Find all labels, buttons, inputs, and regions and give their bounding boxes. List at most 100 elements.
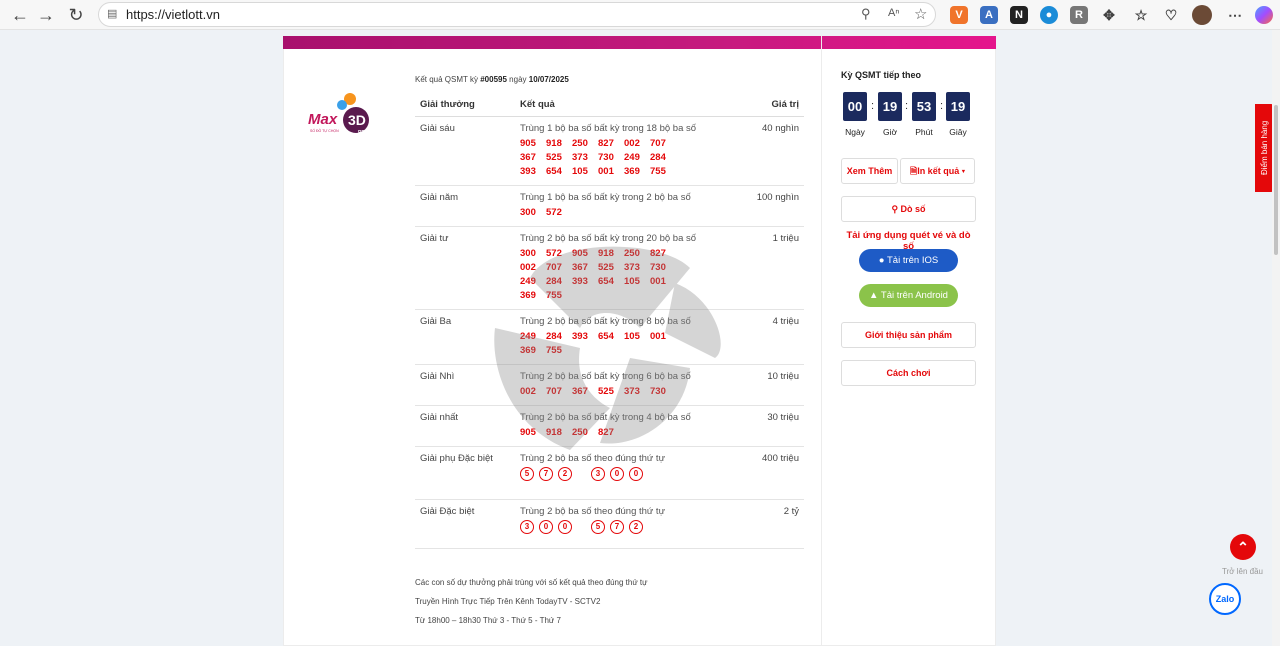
download-android-button[interactable]: ▲ Tải trên Android [859, 284, 958, 307]
zoom-icon[interactable]: ⚲ [861, 6, 871, 22]
health-icon[interactable]: ♡ [1162, 6, 1180, 24]
ios-label: Tải trên IOS [887, 255, 939, 266]
product-intro-button[interactable]: Giới thiệu sản phẩm [841, 322, 976, 348]
android-label: Tải trên Android [880, 290, 948, 301]
winning-number: 284 [650, 152, 666, 163]
winning-number: 300 [520, 207, 536, 218]
extension-icon[interactable]: N [1010, 6, 1028, 24]
max3dpro-logo: Max 3D PRO SỐ ĐỒ TỰ CHỌN [306, 92, 376, 142]
number-ball: 3 [591, 467, 605, 481]
winning-number: 730 [598, 152, 614, 163]
url-text[interactable]: https://vietlott.vn [126, 7, 220, 22]
winning-numbers: 905 918 250 827 002 707 367 525 373 730 249 284 393 6… [520, 137, 680, 179]
search-icon: ⚲ [891, 204, 899, 214]
result-cell: Trùng 1 bộ ba số bất kỳ trong 18 bộ ba s… [515, 116, 724, 186]
note-line: Các con số dự thưởng phải trùng với số k… [415, 578, 648, 587]
note-line: Truyền Hình Trực Tiếp Trên Kênh TodayTV … [415, 597, 601, 606]
table-row: Giải sáu Trùng 1 bộ ba số bất kỳ trong 18… [415, 116, 804, 186]
print-results-button[interactable]: 🗎In kết quả ▾ [900, 158, 975, 184]
number-ball: 7 [539, 467, 553, 481]
number-ball: 0 [610, 467, 624, 481]
reload-icon[interactable]: ↻ [64, 3, 88, 27]
extension-icon[interactable]: A [980, 6, 998, 24]
winning-number: 249 [624, 152, 640, 163]
winning-number: 250 [572, 138, 588, 149]
ball-group-gap [577, 520, 586, 534]
countdown-value: 00 [843, 92, 867, 121]
svg-text:3D: 3D [348, 112, 366, 128]
number-ball: 0 [629, 467, 643, 481]
winning-number: 755 [650, 166, 666, 177]
winning-number: 105 [572, 166, 588, 177]
read-aloud-icon[interactable]: Aⁿ [888, 7, 899, 19]
countdown-label: Giờ [882, 127, 898, 137]
countdown-separator: : [905, 100, 909, 112]
extensions-puzzle-icon[interactable]: ✥ [1100, 6, 1118, 24]
result-cell: Trùng 2 bộ ba số theo đúng thứ tự 3 0 0 5 7 2 [515, 499, 724, 549]
winning-number: 572 [546, 207, 562, 218]
forward-icon[interactable]: → [34, 3, 58, 27]
check-numbers-button[interactable]: ⚲ Dò số [841, 196, 976, 222]
how-to-play-button[interactable]: Cách chơi [841, 360, 976, 386]
column-divider [821, 36, 822, 646]
back-to-top-button[interactable]: ⌃ [1230, 534, 1256, 560]
header-prefix: Kết quả QSMT kỳ [415, 75, 478, 84]
winning-number: 001 [598, 166, 614, 177]
next-draw-title: Kỳ QSMT tiếp theo [841, 70, 922, 80]
number-ball: 5 [591, 520, 605, 534]
prize-name: Giải sáu [415, 116, 515, 186]
zalo-chat-button[interactable]: Zalo [1209, 583, 1241, 615]
extension-icon[interactable]: R [1070, 6, 1088, 24]
countdown-minutes: 53 Phút [912, 92, 936, 137]
see-more-button[interactable]: Xem Thêm [841, 158, 898, 184]
site-info-icon[interactable]: ▤ [107, 7, 117, 20]
countdown-days: 00 Ngày [843, 92, 867, 137]
favorite-star-icon[interactable]: ☆ [914, 5, 927, 23]
draw-header: Kết quả QSMT kỳ #00595 ngày 10/07/2025 [415, 75, 569, 84]
watermark-logo [494, 246, 721, 450]
android-icon: ▲ [869, 290, 879, 301]
scrollbar-thumb[interactable] [1274, 105, 1278, 255]
countdown-seconds: 19 Giây [946, 92, 970, 137]
prize-name: Giải phụ Đặc biệt [415, 446, 515, 500]
winning-number: 654 [546, 166, 562, 177]
copilot-icon[interactable] [1255, 6, 1273, 24]
table-header-row: Giải thưởng Kết quả Giá trị [415, 93, 804, 117]
back-icon[interactable]: ← [8, 3, 32, 27]
countdown-hours: 19 Giờ [878, 92, 902, 137]
prize-value: 4 triệu [724, 309, 804, 365]
prize-value: 400 triệu [724, 446, 804, 500]
more-menu-icon[interactable]: ⋯ [1226, 6, 1244, 24]
favorites-icon[interactable]: ☆ [1132, 6, 1150, 24]
winning-balls: 572300 [520, 467, 719, 481]
address-bar[interactable]: ▤ https://vietlott.vn ⚲ Aⁿ ☆ [98, 2, 936, 27]
countdown-separator: : [940, 100, 944, 112]
number-ball: 0 [558, 520, 572, 534]
number-ball: 5 [520, 467, 534, 481]
winning-balls: 300572 [520, 520, 719, 534]
winning-number: 002 [624, 138, 640, 149]
countdown-value: 19 [946, 92, 970, 121]
svg-text:PRO: PRO [358, 130, 369, 136]
browser-toolbar: ← → ↻ ▤ https://vietlott.vn ⚲ Aⁿ ☆ V A N… [0, 0, 1280, 30]
svg-text:Max: Max [308, 111, 338, 128]
prize-name: Giải Đặc biệt [415, 499, 515, 549]
check-numbers-label: Dò số [900, 204, 926, 214]
back-to-top-label: Trở lên đầu [1222, 567, 1263, 576]
winning-number: 707 [650, 138, 666, 149]
notes: Các con số dự thưởng phải trùng với số k… [415, 573, 648, 630]
prize-value: 1 triệu [724, 226, 804, 310]
countdown-separator: : [871, 100, 875, 112]
download-ios-button[interactable]: ● Tải trên IOS [859, 249, 958, 272]
extension-icon[interactable]: ● [1040, 6, 1058, 24]
prize-value: 40 nghìn [724, 116, 804, 186]
winning-number: 393 [520, 166, 536, 177]
avatar[interactable] [1192, 5, 1212, 25]
extension-icon[interactable]: V [950, 6, 968, 24]
column-header-value: Giá trị [724, 93, 804, 117]
number-ball: 7 [610, 520, 624, 534]
column-header-result: Kết quả [515, 93, 724, 117]
caret-down-icon: ▾ [959, 166, 966, 176]
table-row: Giải năm Trùng 1 bộ ba số bất kỳ trong 2 … [415, 185, 804, 227]
number-ball: 0 [539, 520, 553, 534]
